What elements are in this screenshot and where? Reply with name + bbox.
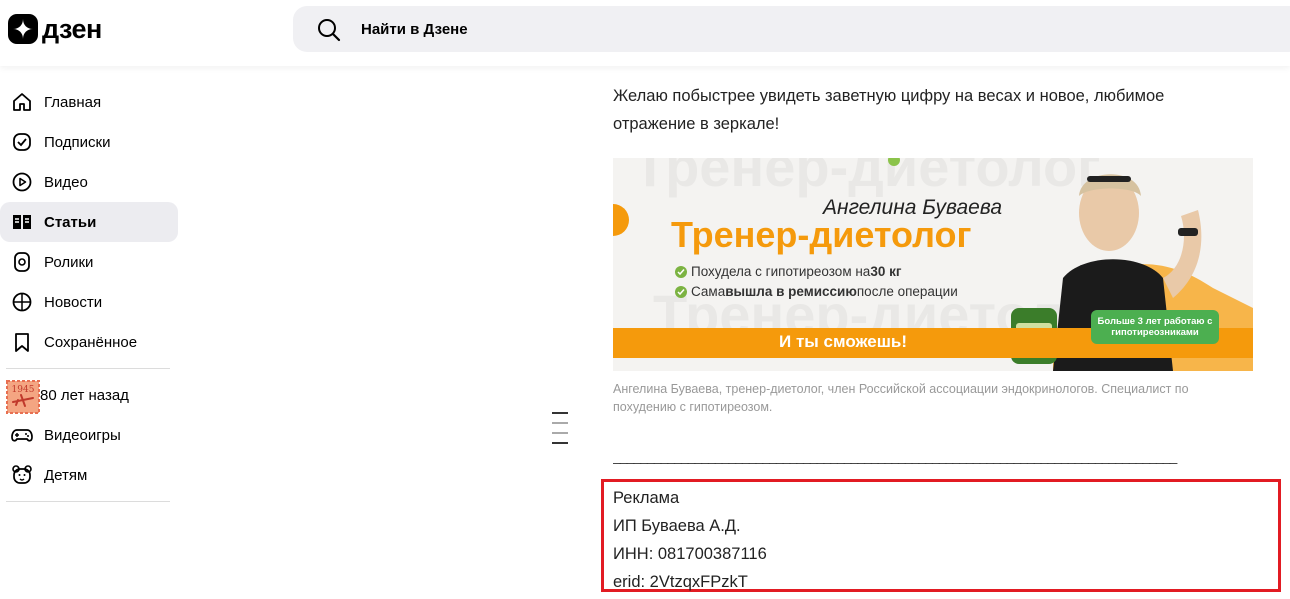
sidebar-item-subscriptions[interactable]: Подписки: [0, 122, 178, 162]
gamepad-icon: [10, 423, 34, 447]
sidebar-item-articles[interactable]: Статьи: [0, 202, 178, 242]
sidebar-nav: Главная Подписки Видео Статьи Ролики Нов…: [0, 82, 180, 508]
sidebar-divider: [6, 368, 170, 369]
logo-text: дзен: [42, 14, 102, 44]
banner-bullet-text: Похудела с гипотиреозом на: [691, 264, 871, 279]
sidebar-item-videogames[interactable]: Видеоигры: [0, 415, 178, 455]
ad-advertiser: ИП Буваева А.Д.: [613, 517, 741, 535]
banner-cta: И ты сможешь!: [779, 332, 908, 351]
sidebar-item-home[interactable]: Главная: [0, 82, 178, 122]
sidebar-item-saved[interactable]: Сохранённое: [0, 322, 178, 362]
search-icon[interactable]: [317, 18, 341, 47]
banner-bullet-text: Сама: [691, 284, 726, 299]
check-icon: [675, 285, 687, 298]
dzen-star-icon: [8, 14, 38, 44]
shorts-icon: [10, 250, 34, 274]
sidebar-item-label: Сохранённое: [44, 333, 138, 351]
banner-badge: Больше 3 лет работаю с гипотиреозниками: [1091, 310, 1219, 344]
stamp-1945-icon: 1945: [6, 380, 40, 414]
article-paragraph: Желаю побыстрее увидеть заветную цифру н…: [613, 87, 1165, 133]
news-icon: [10, 290, 34, 314]
text-divider: ________________________________________…: [613, 448, 1177, 464]
articles-icon: [10, 210, 34, 234]
top-header: дзен: [0, 0, 1290, 66]
sidebar-item-label: 80 лет назад: [40, 386, 129, 404]
banner-bullet-bold: вышла в ремиссию: [725, 284, 857, 299]
video-icon: [10, 170, 34, 194]
sidebar-item-label: Подписки: [44, 133, 111, 151]
banner-bullet: Похудела с гипотиреозом на 30 кг: [675, 264, 901, 279]
banner-bullet-bold: 30 кг: [870, 264, 902, 279]
sidebar-item-label: Главная: [44, 93, 102, 111]
svg-text:1945: 1945: [12, 385, 35, 395]
bookmark-icon: [10, 330, 34, 354]
dzen-logo[interactable]: дзен: [8, 14, 102, 44]
sidebar-item-news[interactable]: Новости: [0, 282, 178, 322]
search-bar[interactable]: [293, 6, 1290, 52]
sidebar-divider: [6, 501, 170, 502]
sidebar-item-label: Новости: [44, 293, 103, 311]
sidebar-item-label: Ролики: [44, 253, 94, 271]
sidebar-item-label: Детям: [44, 466, 88, 484]
more-menu-icon[interactable]: [552, 412, 568, 452]
sidebar-item-video[interactable]: Видео: [0, 162, 178, 202]
sidebar-item-80-years-ago[interactable]: 1945 80 лет назад: [0, 375, 178, 415]
ad-erid: erid: 2VtzqxFPzkT: [613, 573, 748, 591]
sidebar-item-label: Видеоигры: [44, 426, 121, 444]
article-body: Желаю побыстрее увидеть заветную цифру н…: [613, 82, 1273, 138]
ad-label: Реклама: [613, 489, 680, 507]
banner-bullet: Сама вышла в ремиссию после операции: [675, 284, 958, 299]
image-caption: Ангелина Буваева, тренер-диетолог, член …: [613, 382, 1189, 414]
subscriptions-icon: [10, 130, 34, 154]
sidebar-item-label: Видео: [44, 173, 88, 191]
search-input[interactable]: [361, 6, 1061, 52]
sidebar-item-shorts[interactable]: Ролики: [0, 242, 178, 282]
home-icon: [10, 90, 34, 114]
article-image-banner: Тренер-диетолог Тренер-диетолог Ангелина…: [613, 158, 1253, 371]
banner-title: Тренер-диетолог: [671, 214, 972, 255]
sidebar-item-kids[interactable]: Детям: [0, 455, 178, 495]
check-icon: [675, 265, 687, 278]
ad-inn: ИНН: 081700387116: [613, 545, 767, 563]
banner-bullet-text: после операции: [856, 284, 958, 299]
bear-icon: [10, 463, 34, 487]
sidebar-item-label: Статьи: [44, 213, 97, 231]
